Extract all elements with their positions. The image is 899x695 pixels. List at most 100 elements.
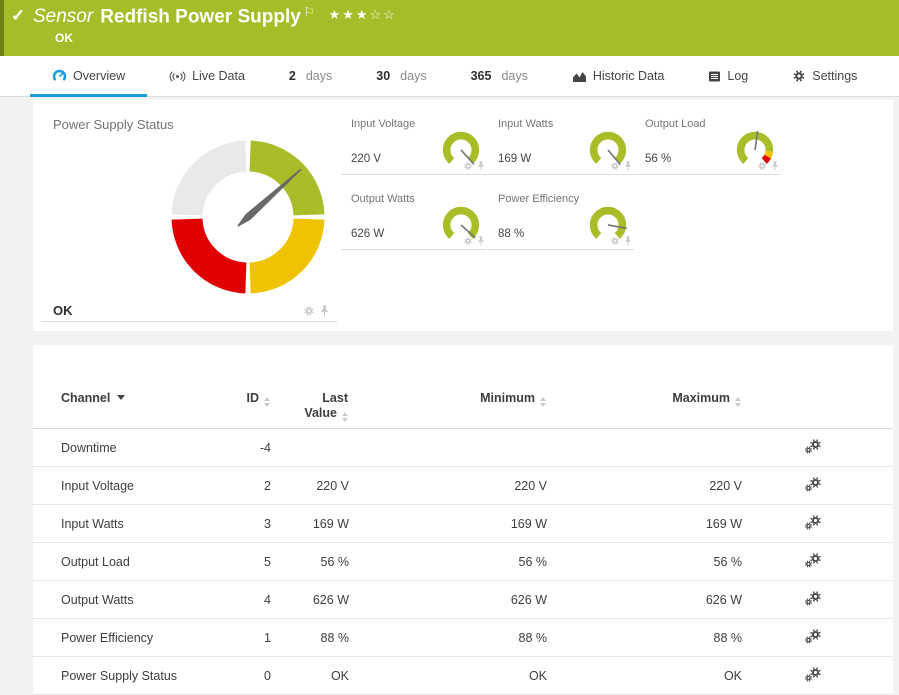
tab-30-days[interactable]: 30days xyxy=(354,56,448,96)
tab-label: Live Data xyxy=(192,69,245,83)
channel-minimum: 56 % xyxy=(349,543,547,581)
mini-gauge-tile: Power Efficiency 88 % xyxy=(488,188,634,250)
gauge-value: 220 V xyxy=(351,153,381,165)
channel-maximum xyxy=(547,429,742,467)
tab-label: Historic Data xyxy=(593,69,665,83)
tab-historic-data[interactable]: Historic Data xyxy=(550,56,687,96)
column-header-min[interactable]: Minimum xyxy=(349,345,547,429)
channel-id: 0 xyxy=(233,657,271,695)
table-row: Output Watts4626 W626 W626 W xyxy=(33,581,893,619)
channel-minimum: 220 V xyxy=(349,467,547,505)
column-header-id[interactable]: ID xyxy=(233,345,271,429)
tab-live-data[interactable]: Live Data xyxy=(147,56,267,96)
channel-maximum: OK xyxy=(547,657,742,695)
gear-icon[interactable] xyxy=(463,236,473,246)
gauge-icon xyxy=(52,69,67,84)
column-header-actions xyxy=(742,345,893,429)
tab-365-days[interactable]: 365 days xyxy=(449,56,550,96)
gear-icon[interactable] xyxy=(463,161,473,171)
table-row: Power Efficiency188 %88 %88 % xyxy=(33,619,893,657)
channel-minimum: OK xyxy=(349,657,547,695)
pin-icon[interactable] xyxy=(477,161,485,171)
channel-settings-icon[interactable] xyxy=(804,514,822,530)
gauge-title: Power Efficiency xyxy=(498,193,579,205)
channel-id: 3 xyxy=(233,505,271,543)
channel-id: 2 xyxy=(233,467,271,505)
channel-last-value xyxy=(271,429,349,467)
channel-name: Input Voltage xyxy=(33,467,233,505)
pin-icon[interactable] xyxy=(624,236,632,246)
tab-2-days[interactable]: 2days xyxy=(267,56,354,96)
tab-bar: Overview Live Data 2days30days 365 days His… xyxy=(0,56,899,97)
chevron-down-icon xyxy=(117,395,125,400)
tab-suffix: days xyxy=(400,69,426,83)
status-check-icon: ✓ xyxy=(11,6,25,26)
overview-panel: Power Supply Status OK Input Voltage 220 … xyxy=(33,100,893,331)
sort-icon xyxy=(540,397,546,407)
channel-id: 1 xyxy=(233,619,271,657)
pin-icon[interactable] xyxy=(320,305,329,317)
sort-icon xyxy=(342,412,348,422)
channel-table: ChannelIDLastValueMinimumMaximum Downtim… xyxy=(33,345,893,695)
channel-settings-icon[interactable] xyxy=(804,476,822,492)
table-row: Downtime-4 xyxy=(33,429,893,467)
channel-last-value: 88 % xyxy=(271,619,349,657)
table-row: Power Supply Status0OKOKOK xyxy=(33,657,893,695)
tab-log[interactable]: Log xyxy=(686,56,770,96)
channel-last-value: 626 W xyxy=(271,581,349,619)
gauge-title: Output Load xyxy=(645,118,706,130)
object-kind-label: Sensor xyxy=(33,6,93,27)
gear-icon[interactable] xyxy=(757,161,767,171)
sort-icon xyxy=(264,397,270,407)
tab-overview[interactable]: Overview xyxy=(30,56,147,96)
mini-gauge-tile: Output Watts 626 W xyxy=(341,188,487,250)
channel-settings-icon[interactable] xyxy=(804,590,822,606)
settings-icon xyxy=(792,69,806,83)
tab-number: 365 xyxy=(471,69,492,83)
channel-maximum: 56 % xyxy=(547,543,742,581)
sensor-header: ✓ SensorRedfish Power Supply⚐★★★☆☆ OK xyxy=(0,0,899,56)
live-icon xyxy=(169,70,186,83)
channel-name: Power Supply Status xyxy=(33,657,233,695)
table-row: Output Load556 %56 %56 % xyxy=(33,543,893,581)
tab-settings[interactable]: Settings xyxy=(770,56,879,96)
pin-icon[interactable] xyxy=(624,161,632,171)
pin-icon[interactable] xyxy=(477,236,485,246)
channel-last-value: 56 % xyxy=(271,543,349,581)
channel-settings-icon[interactable] xyxy=(804,628,822,644)
column-header-max[interactable]: Maximum xyxy=(547,345,742,429)
channel-minimum: 626 W xyxy=(349,581,547,619)
mini-gauge-grid: Input Voltage220 V Input Watts169 W Outp… xyxy=(341,113,887,250)
gauge-value: 626 W xyxy=(351,228,384,240)
status-gauge-tile: Power Supply Status OK xyxy=(41,100,337,322)
prtg-sensor-overview-page: ✓ SensorRedfish Power Supply⚐★★★☆☆ OK Ov… xyxy=(0,0,899,694)
column-header-channel[interactable]: Channel xyxy=(33,345,233,429)
channel-minimum: 88 % xyxy=(349,619,547,657)
gear-icon[interactable] xyxy=(303,305,315,317)
status-gauge xyxy=(166,135,330,299)
gear-icon[interactable] xyxy=(610,161,620,171)
channel-last-value: OK xyxy=(271,657,349,695)
gauge-title: Output Watts xyxy=(351,193,415,205)
gauge-title: Input Voltage xyxy=(351,118,415,130)
channel-settings-icon[interactable] xyxy=(804,438,822,454)
mini-gauge-tile: Output Load56 % xyxy=(635,113,781,175)
gauge-value: OK xyxy=(53,303,73,318)
channel-name: Power Efficiency xyxy=(33,619,233,657)
tab-label: Overview xyxy=(73,69,125,83)
gear-icon[interactable] xyxy=(610,236,620,246)
header-edge xyxy=(0,0,4,56)
channel-minimum xyxy=(349,429,547,467)
gauge-value: 88 % xyxy=(498,228,524,240)
pin-icon[interactable] xyxy=(771,161,779,171)
column-header-last[interactable]: LastValue xyxy=(271,345,349,429)
priority-stars[interactable]: ★★★☆☆ xyxy=(329,7,397,22)
channel-settings-icon[interactable] xyxy=(804,552,822,568)
channel-maximum: 626 W xyxy=(547,581,742,619)
tab-suffix: days xyxy=(501,69,527,83)
flag-icon[interactable]: ⚐ xyxy=(304,5,315,19)
channel-settings-icon[interactable] xyxy=(804,666,822,682)
tab-suffix: days xyxy=(306,69,332,83)
channel-name: Downtime xyxy=(33,429,233,467)
sort-icon xyxy=(735,397,741,407)
